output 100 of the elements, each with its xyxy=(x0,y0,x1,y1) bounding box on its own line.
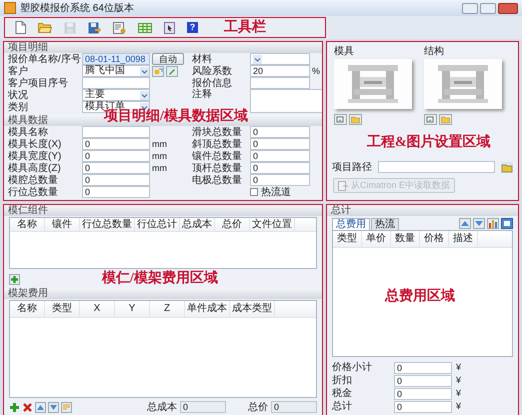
column-header[interactable]: 总价 xyxy=(215,218,250,231)
field-label: 折扣 xyxy=(332,375,353,386)
save-export-icon[interactable] xyxy=(88,22,101,34)
browse-folder-icon[interactable] xyxy=(501,162,513,172)
column-header[interactable]: 类型 xyxy=(333,231,362,247)
unit-label: mm xyxy=(152,162,168,174)
column-header[interactable]: 单价 xyxy=(362,231,391,247)
close-button[interactable] xyxy=(498,2,518,14)
column-header[interactable]: 价格 xyxy=(420,231,449,247)
field-label: 模具名称 xyxy=(8,126,49,138)
edit-icon[interactable] xyxy=(61,402,72,412)
image-icon[interactable] xyxy=(334,114,347,125)
tab[interactable]: 热流 xyxy=(371,218,399,230)
delete-icon[interactable] xyxy=(22,402,33,412)
dropdown[interactable]: 主要 xyxy=(82,89,150,101)
column-header[interactable]: 行位总数量 xyxy=(80,218,135,231)
up-icon[interactable] xyxy=(459,218,471,229)
input-field[interactable]: 0 xyxy=(394,362,452,374)
input-field[interactable]: 0 xyxy=(250,174,310,186)
column-header[interactable]: 文件位置 xyxy=(250,218,295,231)
sun-icon[interactable] xyxy=(152,66,164,76)
field-label: 总计 xyxy=(332,401,353,412)
section-header: 项目明细 xyxy=(4,42,322,53)
column-header[interactable]: 名称 xyxy=(10,301,45,317)
auto-button[interactable]: 自动 xyxy=(152,53,184,65)
image-icon[interactable] xyxy=(424,114,437,125)
field-label: 电极总数量 xyxy=(192,174,243,186)
input-field[interactable]: 0 xyxy=(250,138,310,150)
unit-label: % xyxy=(312,66,322,76)
column-header[interactable]: 总成本 xyxy=(180,218,215,231)
column-header[interactable]: Z xyxy=(150,301,185,317)
input-field[interactable] xyxy=(82,77,150,89)
image-label: 模具 xyxy=(334,46,355,57)
input-field[interactable] xyxy=(378,161,495,173)
field-label: 模具长度(X) xyxy=(8,138,62,150)
input-field[interactable]: 08-01-11_0098 xyxy=(82,53,150,65)
bar-chart-icon[interactable] xyxy=(487,218,499,229)
maximize-button[interactable] xyxy=(480,2,496,14)
caret-icon xyxy=(140,66,149,76)
input-field[interactable]: 0 xyxy=(394,388,452,400)
column-header[interactable]: 单件成本 xyxy=(185,301,230,317)
field-label: 模具宽度(Y) xyxy=(8,150,62,162)
document-gear-icon[interactable] xyxy=(113,22,126,34)
column-header[interactable]: 镶件 xyxy=(45,218,80,231)
section-header: 总计 xyxy=(327,205,518,216)
section-header: 模仁组件 xyxy=(4,205,322,216)
export-icon[interactable] xyxy=(501,218,513,229)
grid-icon[interactable] xyxy=(138,22,152,32)
field-label: 税金 xyxy=(332,388,353,399)
up-icon[interactable] xyxy=(35,402,46,412)
input-field[interactable]: 0 xyxy=(82,138,150,150)
field-label: 滑块总数量 xyxy=(192,126,243,138)
column-header[interactable]: 类型 xyxy=(45,301,80,317)
field-label: 风险系数 xyxy=(192,66,233,76)
edit-icon[interactable] xyxy=(166,66,178,76)
folder-icon[interactable] xyxy=(349,114,362,125)
input-field[interactable]: 0 xyxy=(82,162,150,174)
input-field[interactable]: 0 xyxy=(394,374,452,386)
input-field[interactable]: 20 xyxy=(250,65,310,77)
down-icon[interactable] xyxy=(473,218,485,229)
dropdown[interactable] xyxy=(250,53,310,65)
column-header[interactable]: 数量 xyxy=(391,231,420,247)
currency-label: ¥ xyxy=(456,362,462,373)
column-header[interactable]: 名称 xyxy=(10,218,45,231)
dropdown[interactable]: 腾飞中国 xyxy=(82,65,150,77)
input-field[interactable]: 0 xyxy=(394,400,452,412)
import-icon xyxy=(338,180,348,190)
add-icon[interactable] xyxy=(9,274,20,284)
field-label: 注释 xyxy=(192,89,213,100)
down-icon[interactable] xyxy=(48,402,59,412)
new-file-icon[interactable] xyxy=(15,21,26,34)
input-field[interactable]: 0 xyxy=(250,162,310,174)
column-header[interactable]: 行位总计 xyxy=(135,218,180,231)
input-field[interactable] xyxy=(82,126,150,138)
field-label: 客户 xyxy=(8,66,29,76)
field-label: 总成本 xyxy=(147,402,177,412)
folder-icon[interactable] xyxy=(439,114,452,125)
currency-label: ¥ xyxy=(456,375,462,386)
checkbox[interactable]: 热流道 xyxy=(250,186,322,198)
column-header[interactable]: 描述 xyxy=(449,231,478,247)
field-label: 材料 xyxy=(192,54,212,64)
input-field[interactable]: 0 xyxy=(82,186,150,198)
field-label: 价格小计 xyxy=(332,362,373,373)
input-field[interactable]: 0 xyxy=(250,150,310,162)
add-icon[interactable] xyxy=(9,402,20,412)
minimize-button[interactable] xyxy=(462,2,478,14)
notes-field[interactable] xyxy=(250,89,322,113)
folder-icon[interactable] xyxy=(38,22,52,33)
field-label: 报价单名称/序号 xyxy=(8,54,80,64)
help-button[interactable]: ? xyxy=(187,22,198,33)
input-field[interactable]: 0 xyxy=(82,150,150,162)
column-header[interactable]: X xyxy=(80,301,115,317)
column-header[interactable]: Y xyxy=(115,301,150,317)
input-field[interactable]: 0 xyxy=(82,174,150,186)
field-label: 模具高度(Z) xyxy=(8,162,62,174)
column-header[interactable]: 成本类型 xyxy=(230,301,275,317)
input-field[interactable] xyxy=(250,77,310,89)
window-cursor-icon[interactable] xyxy=(164,22,175,34)
tab[interactable]: 总费用 xyxy=(332,218,370,230)
input-field[interactable]: 0 xyxy=(250,126,310,138)
